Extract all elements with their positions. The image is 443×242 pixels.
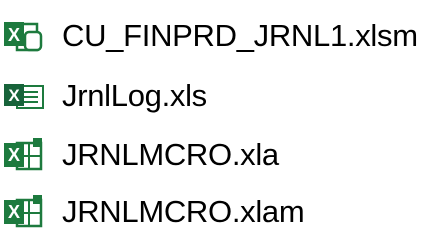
file-item-jrnllog-xls[interactable]: X JrnlLog.xls: [0, 72, 443, 122]
excel-addin-icon: X: [4, 138, 43, 171]
file-item-jrnlmcro-xlam[interactable]: X JRNLMCRO.xlam: [0, 188, 443, 238]
file-name[interactable]: JRNLMCRO.xlam: [62, 192, 305, 232]
file-item-jrnlmcro-xla[interactable]: X JRNLMCRO.xla: [0, 131, 443, 181]
file-item-cu-finprd-jrnl1-xlsm[interactable]: X CU_FINPRD_JRNL1.xlsm: [0, 12, 443, 62]
svg-text:X: X: [8, 25, 20, 45]
file-list: X CU_FINPRD_JRNL1.xlsm X JrnlLog.xls X J…: [0, 0, 443, 242]
excel-addin-icon: X: [4, 195, 43, 228]
svg-text:X: X: [8, 202, 20, 222]
excel-97-2003-workbook-icon: X: [4, 84, 44, 109]
file-name[interactable]: CU_FINPRD_JRNL1.xlsm: [62, 16, 418, 56]
excel-macro-enabled-workbook-icon: X: [4, 22, 43, 52]
svg-text:X: X: [8, 145, 20, 165]
file-name[interactable]: JrnlLog.xls: [62, 76, 207, 116]
file-name[interactable]: JRNLMCRO.xla: [62, 135, 279, 175]
svg-text:X: X: [8, 86, 20, 105]
